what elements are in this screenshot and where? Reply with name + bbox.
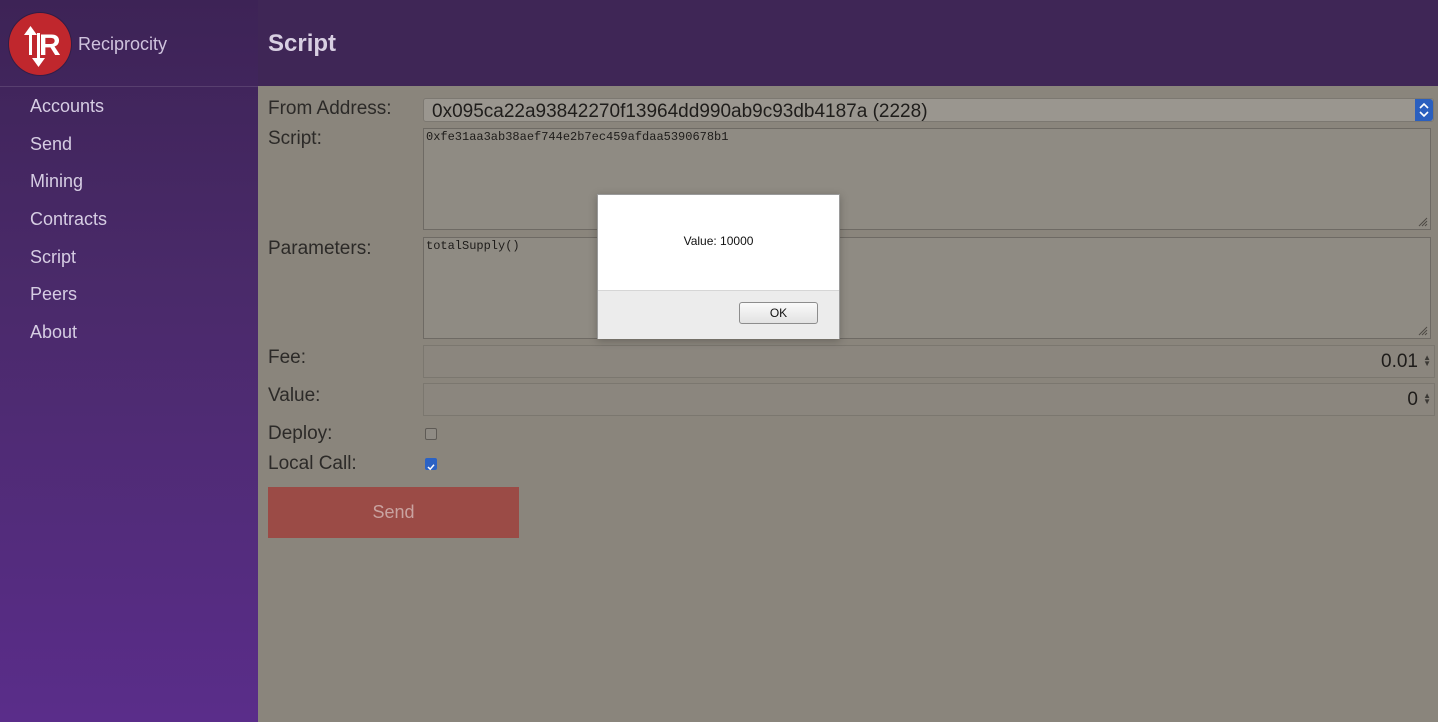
value-value: 0 [1407, 389, 1418, 410]
from-address-value: 0x095ca22a93842270f13964dd990ab9c93db418… [432, 101, 928, 122]
deploy-checkbox[interactable] [425, 428, 437, 440]
parameters-textarea[interactable]: totalSupply() [423, 237, 1431, 339]
resize-grip-icon[interactable] [1418, 217, 1428, 227]
brand-header: R Reciprocity [0, 0, 258, 87]
script-value: 0xfe31aa3ab38aef744e2b7ec459afdaa5390678… [426, 130, 729, 144]
value-label: Value: [268, 385, 321, 406]
page-title: Script [268, 30, 337, 57]
from-address-label: From Address: [268, 98, 392, 119]
send-button[interactable]: Send [268, 487, 519, 538]
fee-value: 0.01 [1381, 351, 1418, 372]
select-arrows-icon [1415, 99, 1433, 121]
script-form: From Address: 0x095ca22a93842270f13964dd… [258, 86, 1438, 722]
sidebar-item-send[interactable]: Send [0, 126, 258, 164]
sidebar-item-contracts[interactable]: Contracts [0, 201, 258, 239]
local-call-checkbox[interactable] [425, 458, 437, 471]
alert-dialog: Value: 10000 OK [597, 194, 840, 339]
app-logo: R [9, 13, 71, 75]
local-call-label: Local Call: [268, 453, 357, 474]
sidebar-item-peers[interactable]: Peers [0, 276, 258, 314]
top-bar: Script [258, 0, 1438, 86]
deploy-label: Deploy: [268, 423, 333, 444]
resize-grip-icon[interactable] [1418, 326, 1428, 336]
value-input[interactable]: 0 ▲ ▼ [423, 383, 1435, 416]
fee-label: Fee: [268, 347, 307, 368]
alert-message: Value: 10000 [683, 234, 754, 248]
ok-button[interactable]: OK [739, 302, 818, 324]
alert-footer: OK [598, 290, 839, 339]
sidebar-item-about[interactable]: About [0, 314, 258, 352]
app-name: Reciprocity [78, 34, 168, 54]
spinner-icon[interactable]: ▲ ▼ [1423, 392, 1431, 406]
parameters-label: Parameters: [268, 238, 372, 259]
sidebar-item-script[interactable]: Script [0, 239, 258, 277]
logo-letter: R [39, 29, 61, 62]
sidebar-nav: Accounts Send Mining Contracts Script Pe… [0, 88, 258, 352]
sidebar-item-accounts[interactable]: Accounts [0, 88, 258, 126]
parameters-value: totalSupply() [426, 239, 520, 253]
checkmark-icon [427, 464, 435, 471]
from-address-select[interactable]: 0x095ca22a93842270f13964dd990ab9c93db418… [423, 98, 1434, 122]
script-textarea[interactable]: 0xfe31aa3ab38aef744e2b7ec459afdaa5390678… [423, 128, 1431, 230]
script-label: Script: [268, 128, 322, 149]
spinner-icon[interactable]: ▲ ▼ [1423, 354, 1431, 368]
sidebar-item-mining[interactable]: Mining [0, 163, 258, 201]
fee-input[interactable]: 0.01 ▲ ▼ [423, 345, 1435, 378]
sidebar: R Reciprocity Accounts Send Mining Contr… [0, 0, 258, 722]
